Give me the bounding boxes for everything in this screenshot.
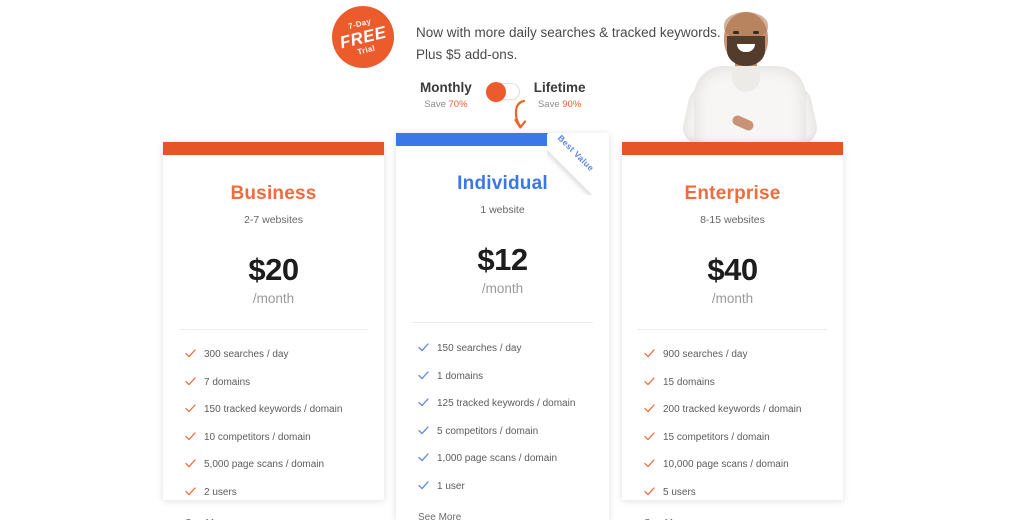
feature-label: 15 domains — [663, 376, 715, 388]
feature-item: 1 user — [418, 479, 609, 496]
check-icon — [185, 376, 196, 392]
feature-item: 150 tracked keywords / domain — [185, 402, 384, 419]
feature-label: 900 searches / day — [663, 349, 748, 360]
check-icon — [418, 397, 429, 413]
billing-switch[interactable] — [485, 82, 520, 102]
toggle-option-lifetime[interactable]: Lifetime Save 90% — [534, 80, 586, 110]
check-icon — [185, 458, 196, 474]
monthly-save-value: 70% — [448, 99, 468, 110]
lifetime-save-text: Save 90% — [534, 99, 586, 110]
feature-item: 15 competitors / domain — [644, 430, 843, 447]
see-more-link[interactable]: See More — [396, 512, 609, 520]
pricing-card-individual[interactable]: Best Value Individual 1 website $12 /mon… — [396, 133, 609, 520]
check-icon — [644, 458, 655, 474]
check-icon — [185, 431, 196, 447]
feature-label: 5,000 page scans / domain — [204, 459, 325, 470]
feature-label: 1 domains — [437, 370, 484, 382]
check-icon — [644, 348, 655, 364]
plan-name: Enterprise — [684, 183, 781, 204]
feature-label: 150 tracked keywords / domain — [204, 404, 343, 415]
monthly-label: Monthly — [420, 80, 472, 95]
check-icon — [418, 342, 429, 358]
plan-period: /month — [252, 291, 295, 306]
feature-item: 150 searches / day — [418, 341, 609, 358]
check-icon — [644, 486, 655, 502]
person-left-eye — [733, 31, 739, 34]
feature-label: 200 tracked keywords / domain — [663, 404, 802, 415]
monthly-save-prefix: Save — [424, 99, 449, 110]
feature-label: 15 competitors / domain — [663, 431, 770, 443]
card-accent-bar — [622, 142, 843, 155]
feature-item: 5 competitors / domain — [418, 424, 609, 441]
feature-list: 900 searches / day 15 domains 200 tracke… — [622, 347, 843, 502]
feature-list: 300 searches / day 7 domains 150 tracked… — [163, 347, 384, 502]
check-icon — [185, 403, 196, 419]
feature-item: 10 competitors / domain — [185, 430, 384, 447]
toggle-option-monthly[interactable]: Monthly Save 70% — [420, 80, 472, 110]
feature-label: 5 users — [663, 486, 696, 498]
plan-price: $40 — [707, 252, 758, 287]
check-icon — [644, 431, 655, 447]
feature-item: 5 users — [644, 485, 843, 502]
pricing-card-business[interactable]: Business 2-7 websites $20 /month 300 sea… — [163, 142, 384, 520]
feature-label: 125 tracked keywords / domain — [437, 398, 576, 409]
person-hairline — [724, 12, 768, 38]
check-icon — [644, 376, 655, 392]
check-icon — [185, 348, 196, 364]
plan-period: /month — [481, 281, 524, 296]
check-icon — [418, 452, 429, 468]
plan-websites: 2-7 websites — [244, 214, 303, 226]
card-accent-bar — [396, 133, 609, 146]
monthly-save-text: Save 70% — [420, 99, 472, 110]
person-right-eye — [753, 31, 759, 34]
feature-item: 5,000 page scans / domain — [185, 457, 384, 474]
plan-period: /month — [711, 291, 754, 306]
pricing-card-enterprise[interactable]: Enterprise 8-15 websites $40 /month 900 … — [622, 142, 843, 520]
feature-item: 1,000 page scans / domain — [418, 451, 609, 468]
feature-label: 2 users — [204, 486, 237, 498]
plan-price: $20 — [248, 252, 299, 287]
check-icon — [418, 480, 429, 496]
feature-label: 7 domains — [204, 376, 251, 388]
feature-label: 1,000 page scans / domain — [437, 453, 558, 464]
feature-item: 900 searches / day — [644, 347, 843, 364]
plan-websites: 1 website — [480, 204, 525, 216]
plan-price: $12 — [477, 242, 528, 277]
feature-item: 10,000 page scans / domain — [644, 457, 843, 474]
free-trial-badge: 7-Day FREE Trial — [325, 0, 401, 75]
feature-label: 5 competitors / domain — [437, 425, 539, 437]
check-icon — [644, 403, 655, 419]
feature-item: 125 tracked keywords / domain — [418, 396, 609, 413]
billing-period-toggle[interactable]: Monthly Save 70% Lifetime Save 90% — [420, 80, 586, 110]
feature-label: 150 searches / day — [437, 343, 522, 354]
check-icon — [418, 370, 429, 386]
lifetime-save-value: 90% — [562, 99, 582, 110]
feature-item: 300 searches / day — [185, 347, 384, 364]
check-icon — [418, 425, 429, 441]
feature-list: 150 searches / day 1 domains 125 tracked… — [396, 341, 609, 496]
feature-item: 7 domains — [185, 375, 384, 392]
feature-label: 10 competitors / domain — [204, 431, 311, 443]
pricing-page: 7-Day FREE Trial Now with more daily sea… — [0, 0, 1024, 520]
lifetime-label: Lifetime — [533, 80, 586, 95]
billing-switch-knob[interactable] — [485, 82, 506, 102]
plan-name: Business — [230, 183, 317, 204]
feature-item: 2 users — [185, 485, 384, 502]
plan-name: Individual — [457, 173, 548, 194]
feature-label: 1 user — [437, 480, 465, 492]
feature-item: 15 domains — [644, 375, 843, 392]
feature-item: 200 tracked keywords / domain — [644, 402, 843, 419]
card-accent-bar — [163, 142, 384, 155]
feature-label: 300 searches / day — [204, 349, 289, 360]
lifetime-save-prefix: Save — [537, 99, 563, 110]
plan-websites: 8-15 websites — [700, 214, 765, 226]
feature-item: 1 domains — [418, 369, 609, 386]
feature-label: 10,000 page scans / domain — [663, 459, 789, 470]
hero-person-photo — [672, 0, 832, 150]
check-icon — [185, 486, 196, 502]
